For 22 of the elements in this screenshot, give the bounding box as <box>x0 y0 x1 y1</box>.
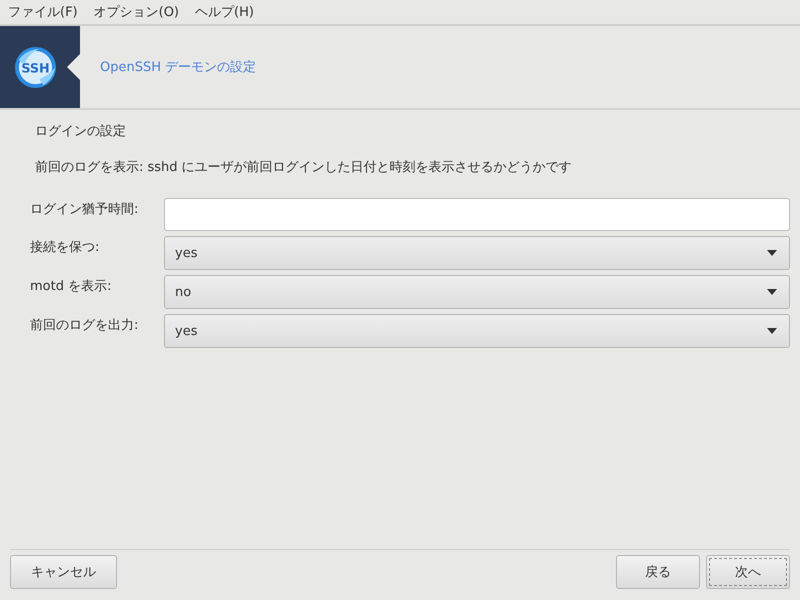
dropdown[interactable]: yes <box>164 236 790 270</box>
caret-icon <box>767 289 777 295</box>
field-label: 前回のログを出力: <box>30 317 140 335</box>
pointer-notch <box>67 54 80 80</box>
section-title: ログインの設定 <box>35 123 127 140</box>
menu-item[interactable]: ファイル(F) <box>8 3 78 21</box>
dropdown[interactable]: no <box>164 275 790 309</box>
description-text: 前回のログを表示: sshd にユーザが前回ログインした日付と時刻を表示させるかどうかです <box>35 159 573 176</box>
field-label: motd を表示: <box>30 278 112 296</box>
header-title: OpenSSH デーモンの設定 <box>100 59 256 76</box>
caret-icon <box>767 328 777 334</box>
cancel-button[interactable]: キャンセル <box>10 555 117 589</box>
dropdown[interactable]: yes <box>164 314 790 348</box>
input-field[interactable] <box>164 198 790 231</box>
field-label: ログイン猶予時間: <box>30 201 140 219</box>
next-button[interactable]: 次へ <box>706 555 790 589</box>
caret-icon <box>767 250 777 256</box>
ssh-logo-icon: SSH <box>14 46 57 88</box>
back-button[interactable]: 戻る <box>616 555 700 589</box>
menu-item[interactable]: オプション(O) <box>94 3 180 21</box>
menu-item[interactable]: ヘルプ(H) <box>195 3 254 21</box>
field-label: 接続を保つ: <box>30 239 100 257</box>
